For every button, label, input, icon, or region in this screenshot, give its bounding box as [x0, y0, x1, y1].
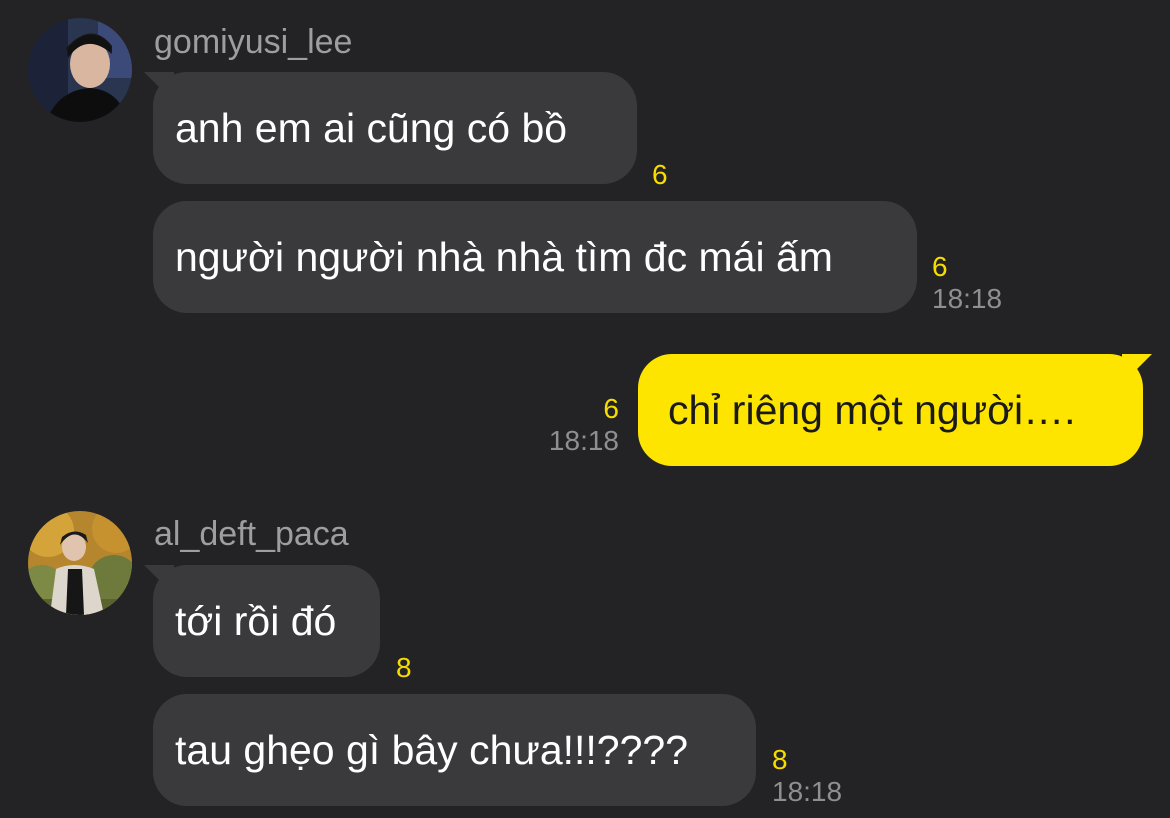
- message-text: chỉ riêng một người….: [668, 387, 1076, 433]
- message-text: anh em ai cũng có bồ: [175, 105, 568, 151]
- message-text: tau ghẹo gì bây chưa!!!????: [175, 727, 689, 773]
- my-message-bubble[interactable]: chỉ riêng một người….: [638, 354, 1143, 466]
- unread-count: 6: [932, 251, 948, 282]
- message-text: người người nhà nhà tìm đc mái ấm: [175, 234, 833, 280]
- unread-count: 6: [652, 159, 668, 190]
- message-meta: 6: [652, 160, 668, 190]
- message-bubble[interactable]: tau ghẹo gì bây chưa!!!????: [153, 694, 756, 806]
- unread-count: 8: [396, 652, 412, 683]
- avatar-al-deft-paca[interactable]: [28, 511, 132, 615]
- timestamp: 18:18: [932, 283, 1003, 314]
- avatar-gomiyusi-lee[interactable]: [28, 18, 132, 122]
- message-bubble[interactable]: tới rồi đó: [153, 565, 380, 677]
- profile-photo-icon: [28, 511, 132, 615]
- message-bubble[interactable]: người người nhà nhà tìm đc mái ấm: [153, 201, 917, 313]
- sender-name: al_deft_paca: [154, 515, 349, 553]
- sender-name: gomiyusi_lee: [154, 23, 353, 61]
- message-meta: 8: [396, 653, 412, 683]
- chat-view[interactable]: gomiyusi_lee anh em ai cũng có bồ 6 ngườ…: [0, 0, 1170, 818]
- message-text: tới rồi đó: [175, 598, 337, 644]
- timestamp: 18:18: [548, 425, 619, 456]
- message-bubble[interactable]: anh em ai cũng có bồ: [153, 72, 637, 184]
- message-meta: 8 18:18: [772, 745, 842, 809]
- timestamp: 18:18: [772, 776, 843, 807]
- message-meta: 6 18:18: [932, 252, 1002, 316]
- profile-photo-icon: [28, 18, 132, 122]
- message-meta: 6 18:18: [520, 394, 619, 458]
- unread-count: 6: [603, 393, 619, 424]
- unread-count: 8: [772, 744, 788, 775]
